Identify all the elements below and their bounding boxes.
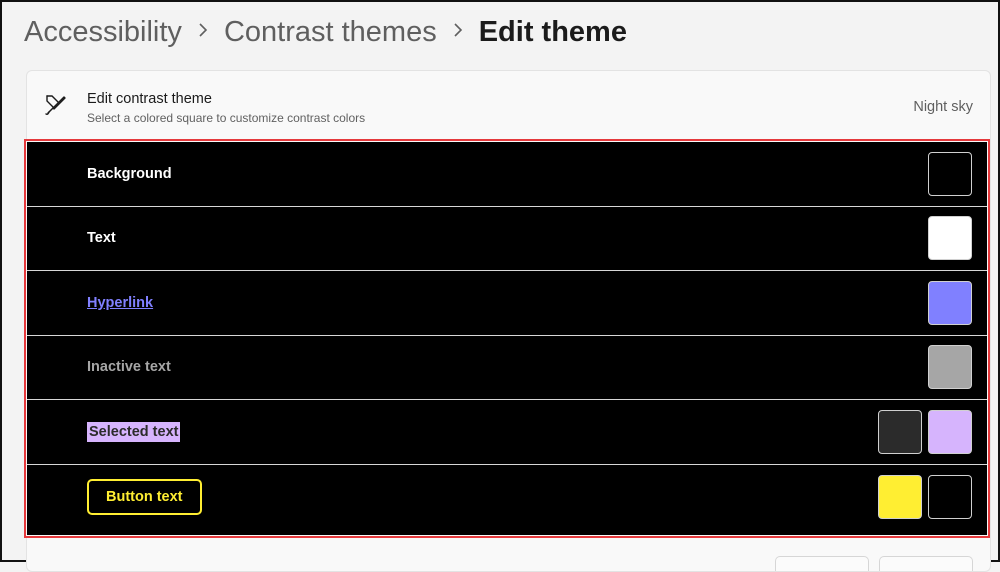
header-title: Edit contrast theme [87, 91, 212, 107]
selected-text-label: Selected text [87, 421, 181, 442]
footer-button-right[interactable] [879, 556, 973, 571]
background-color-swatch[interactable] [928, 151, 972, 196]
selected-background-color-swatch[interactable] [928, 409, 972, 454]
background-label: Background [87, 165, 172, 182]
header-subtitle: Select a colored square to customize con… [87, 111, 366, 125]
text-color-swatch[interactable] [928, 216, 972, 261]
hyperlink-color-swatch[interactable] [928, 280, 972, 325]
row-hyperlink: Hyperlink [27, 271, 987, 336]
theme-name: Night sky [913, 99, 973, 115]
footer-button-left[interactable] [775, 556, 869, 571]
button-text-color-swatch[interactable] [878, 474, 922, 519]
chevron-right-icon [437, 21, 479, 44]
breadcrumb-item-accessibility[interactable]: Accessibility [24, 16, 182, 49]
inactive-text-color-swatch[interactable] [928, 345, 972, 390]
button-background-color-swatch[interactable] [928, 474, 972, 519]
text-label: Text [87, 230, 116, 247]
row-inactive-text: Inactive text [27, 336, 987, 400]
page-title: Edit theme [478, 15, 627, 48]
row-button-text: Button text [27, 465, 987, 530]
hyperlink-label: Hyperlink [87, 294, 154, 311]
edit-contrast-theme-header: Edit contrast theme Select a colored squ… [27, 71, 990, 141]
inactive-text-label: Inactive text [87, 359, 171, 376]
breadcrumb: Accessibility Contrast themes Edit theme [24, 10, 627, 54]
breadcrumb-item-contrast-themes[interactable]: Contrast themes [224, 16, 437, 49]
chevron-right-icon [182, 21, 224, 44]
row-selected-text: Selected text [27, 400, 987, 465]
selected-text-color-swatch[interactable] [878, 409, 922, 454]
row-background: Background [27, 142, 987, 207]
color-settings-list: Background Text Hyperlink Inactive text … [27, 142, 987, 535]
row-text: Text [27, 207, 987, 271]
paintbrush-icon [45, 95, 66, 115]
button-text-label: Button text [87, 478, 202, 515]
